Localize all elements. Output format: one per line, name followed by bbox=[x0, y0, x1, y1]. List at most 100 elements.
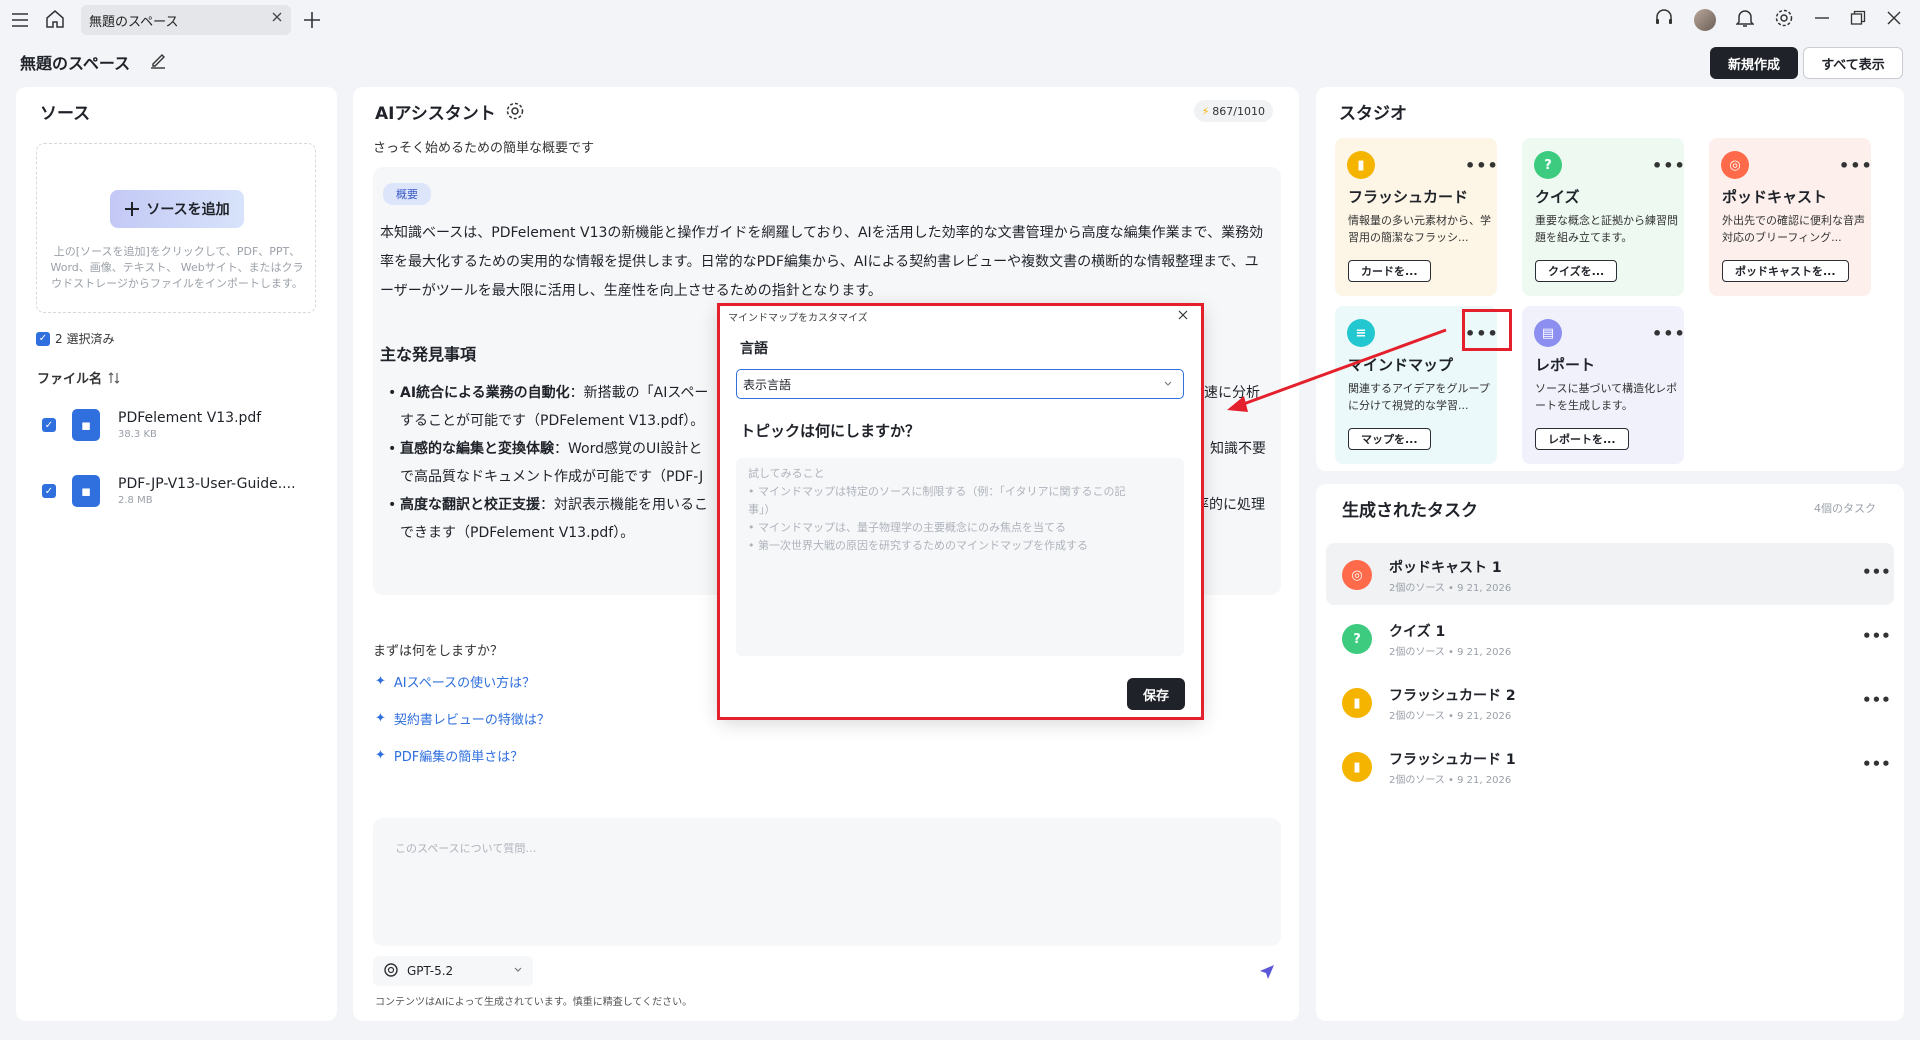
selected-count[interactable]: ✓ 2 選択済み bbox=[36, 330, 114, 347]
studio-card-podcast[interactable]: ◎ ••• ポッドキャスト 外出先での確認に便利な音声対応のブリーフィング...… bbox=[1709, 138, 1873, 296]
select-all-checkbox[interactable]: ✓ bbox=[36, 331, 50, 346]
space-title: 無題のスペース bbox=[20, 54, 131, 73]
credits-value: 867/1010 bbox=[1212, 104, 1265, 118]
finding-text: ：新搭載の「AIスペー bbox=[569, 385, 709, 401]
chat-input[interactable]: このスペースについて質問… bbox=[373, 818, 1281, 946]
suggested-question[interactable]: ✦ PDF編集の簡単さは？ bbox=[375, 746, 523, 765]
model-name: GPT-5.2 bbox=[407, 964, 454, 978]
task-row[interactable]: ▮ フラッシュカード 1 2個のソース • 9 21, 2026 ••• bbox=[1326, 735, 1894, 797]
task-row[interactable]: ▮ フラッシュカード 2 2個のソース • 9 21, 2026 ••• bbox=[1326, 671, 1894, 733]
send-icon[interactable] bbox=[1258, 963, 1276, 985]
source-drop-zone[interactable]: ソースを追加 上の[ソースを追加]をクリックして、PDF、PPT、Word、画像… bbox=[36, 143, 316, 313]
task-name: クイズ 1 bbox=[1389, 624, 1446, 640]
suggested-question[interactable]: ✦ AIスペースの使い方は？ bbox=[375, 672, 535, 691]
tab-space[interactable]: 無題のスペース bbox=[81, 5, 291, 35]
task-row[interactable]: ◎ ポッドキャスト 1 2個のソース • 9 21, 2026 ••• bbox=[1326, 543, 1894, 605]
pdf-file-icon: ▪ bbox=[72, 409, 100, 441]
quiz-icon: ? bbox=[1534, 151, 1562, 179]
more-options-icon[interactable]: ••• bbox=[1862, 627, 1891, 645]
file-row[interactable]: ✓ ▪ PDF-JP-V13-User-Guide.... 2.8 MB bbox=[42, 473, 332, 513]
new-create-button[interactable]: 新規作成 bbox=[1710, 47, 1798, 79]
finding-text-line2: することが可能です（PDFelement V13.pdf）。 bbox=[400, 413, 705, 429]
task-meta: 2個のソース • 9 21, 2026 bbox=[1389, 775, 1512, 786]
report-icon: ▤ bbox=[1534, 319, 1562, 347]
dialog-highlight-box bbox=[717, 303, 1204, 720]
file-row[interactable]: ✓ ▪ PDFelement V13.pdf 38.3 KB bbox=[42, 407, 332, 447]
task-name: フラッシュカード 1 bbox=[1389, 752, 1516, 768]
studio-card-report[interactable]: ▤ ••• レポート ソースに基づいて構造化レポートを生成します。 レポートを.… bbox=[1522, 306, 1686, 464]
suggested-question-label: 契約書レビューの特徴は？ bbox=[393, 713, 550, 728]
card-title: レポート bbox=[1535, 356, 1596, 374]
suggested-question[interactable]: ✦ 契約書レビューの特徴は？ bbox=[375, 709, 550, 728]
home-icon[interactable] bbox=[45, 9, 65, 29]
more-options-icon[interactable]: ••• bbox=[1465, 156, 1499, 175]
finding-text: ：Word感覚のUI設計と bbox=[554, 441, 703, 457]
sparkle-icon: ✦ bbox=[375, 711, 386, 726]
file-checkbox[interactable]: ✓ bbox=[42, 418, 56, 432]
restore-icon[interactable] bbox=[1850, 10, 1866, 30]
suggested-question-label: PDF編集の簡単さは？ bbox=[393, 750, 524, 765]
plus-icon bbox=[125, 202, 140, 216]
create-podcast-button[interactable]: ポッドキャストを... bbox=[1722, 260, 1849, 282]
view-all-button[interactable]: すべて表示 bbox=[1803, 47, 1903, 79]
lightning-icon: ⚡ bbox=[1201, 104, 1210, 118]
chat-placeholder: このスペースについて質問… bbox=[395, 842, 537, 855]
flashcard-icon: ▮ bbox=[1342, 752, 1372, 782]
close-tab-icon[interactable] bbox=[271, 11, 283, 27]
card-description: 関連するアイデアをグループに分けて視覚的な学習... bbox=[1348, 382, 1490, 412]
studio-panel: スタジオ ▮ ••• フラッシュカード 情報量の多い元素材から、学習用の簡潔なフ… bbox=[1316, 87, 1904, 471]
suggested-question-label: AIスペースの使い方は？ bbox=[393, 676, 536, 691]
create-quiz-button[interactable]: クイズを... bbox=[1535, 260, 1618, 282]
card-title: クイズ bbox=[1535, 188, 1580, 206]
more-options-icon[interactable]: ••• bbox=[1652, 156, 1686, 175]
podcast-icon: ◎ bbox=[1342, 560, 1372, 590]
file-size: 2.8 MB bbox=[118, 495, 153, 506]
card-description: 情報量の多い元素材から、学習用の簡潔なフラッシ... bbox=[1348, 214, 1491, 244]
sort-icon bbox=[108, 371, 120, 384]
credits-badge: ⚡ 867/1010 bbox=[1193, 100, 1273, 122]
file-name-header-label: ファイル名 bbox=[37, 372, 103, 387]
summary-text: 本知識ベースは、PDFelement V13の新機能と操作ガイドを網羅しており、… bbox=[380, 225, 1264, 299]
more-options-icon[interactable]: ••• bbox=[1652, 324, 1686, 343]
avatar[interactable] bbox=[1694, 9, 1716, 31]
create-flashcard-button[interactable]: カードを... bbox=[1348, 260, 1431, 282]
file-name-header[interactable]: ファイル名 bbox=[37, 368, 120, 387]
edit-title-icon[interactable] bbox=[148, 51, 168, 75]
settings-gear-icon[interactable] bbox=[1774, 8, 1794, 32]
close-window-icon[interactable] bbox=[1886, 10, 1902, 30]
more-options-icon[interactable]: ••• bbox=[1862, 563, 1891, 581]
selected-count-label: 2 選択済み bbox=[55, 332, 115, 346]
space-header: 無題のスペース 新規作成 すべて表示 bbox=[0, 42, 1920, 82]
ai-disclaimer: コンテンツはAIによって生成されています。慎重に精査してください。 bbox=[375, 997, 693, 1008]
chevron-down-icon bbox=[513, 964, 523, 978]
finding-text-line2: できます（PDFelement V13.pdf）。 bbox=[400, 525, 635, 541]
finding-text-right: 知識不要 bbox=[1210, 441, 1266, 457]
finding-text: ：対訳表示機能を用いるこ bbox=[540, 497, 708, 513]
file-name: PDF-JP-V13-User-Guide.... bbox=[118, 476, 296, 492]
menu-icon[interactable] bbox=[10, 10, 30, 30]
podcast-icon: ◎ bbox=[1721, 151, 1749, 179]
card-description: 重要な概念と証拠から練習問題を組み立てます。 bbox=[1535, 214, 1678, 244]
assistant-settings-icon[interactable] bbox=[505, 101, 525, 125]
studio-card-flashcard[interactable]: ▮ ••• フラッシュカード 情報量の多い元素材から、学習用の簡潔なフラッシ..… bbox=[1335, 138, 1499, 296]
model-selector[interactable]: GPT-5.2 bbox=[373, 956, 533, 986]
new-tab-icon[interactable] bbox=[302, 10, 322, 30]
headset-icon[interactable] bbox=[1654, 8, 1674, 32]
file-checkbox[interactable]: ✓ bbox=[42, 484, 56, 498]
sources-title: ソース bbox=[40, 104, 91, 124]
sources-panel: ソース ソースを追加 上の[ソースを追加]をクリックして、PDF、PPT、Wor… bbox=[16, 87, 337, 1021]
create-report-button[interactable]: レポートを... bbox=[1535, 428, 1629, 450]
studio-card-quiz[interactable]: ? ••• クイズ 重要な概念と証拠から練習問題を組み立てます。 クイズを... bbox=[1522, 138, 1686, 296]
file-size: 38.3 KB bbox=[118, 429, 157, 440]
openai-icon bbox=[383, 962, 399, 981]
add-source-button[interactable]: ソースを追加 bbox=[110, 190, 244, 228]
more-options-icon[interactable]: ••• bbox=[1862, 691, 1891, 709]
create-mindmap-button[interactable]: マップを... bbox=[1348, 428, 1431, 450]
task-row[interactable]: ? クイズ 1 2個のソース • 9 21, 2026 ••• bbox=[1326, 607, 1894, 669]
add-source-label: ソースを追加 bbox=[146, 202, 230, 218]
more-options-icon[interactable]: ••• bbox=[1839, 156, 1873, 175]
minimize-icon[interactable] bbox=[1814, 10, 1830, 30]
overview-subtitle: さっそく始めるための簡単な概要です bbox=[373, 141, 595, 156]
more-options-icon[interactable]: ••• bbox=[1862, 755, 1891, 773]
bell-icon[interactable] bbox=[1735, 8, 1755, 32]
